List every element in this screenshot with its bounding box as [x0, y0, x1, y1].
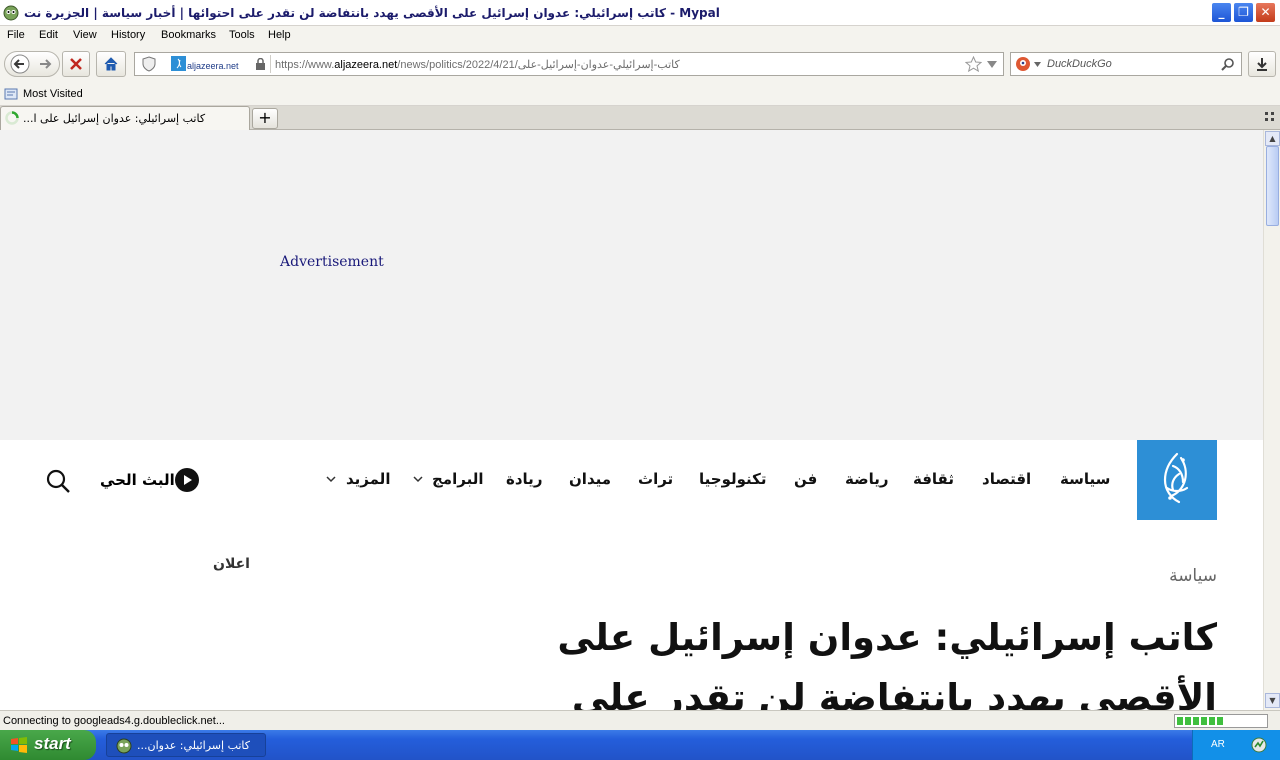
aljazeera-logo[interactable]: [1137, 440, 1217, 520]
status-text: Connecting to googleads4.g.doubleclick.n…: [3, 715, 225, 727]
search-icon[interactable]: [45, 468, 71, 494]
nav-economy[interactable]: اقتصاد: [982, 470, 1031, 488]
new-tab-button[interactable]: +: [252, 108, 278, 129]
downloads-button[interactable]: [1248, 51, 1276, 77]
system-tray: AR: [1192, 730, 1280, 760]
menu-edit[interactable]: Edit: [39, 29, 58, 41]
start-button[interactable]: start: [0, 730, 96, 760]
nav-programs[interactable]: البرامج: [432, 470, 483, 488]
menu-bookmarks[interactable]: Bookmarks: [161, 29, 216, 41]
site-favicon-icon: [171, 56, 186, 71]
home-button[interactable]: [96, 51, 126, 77]
search-bar[interactable]: DuckDuckGo: [1010, 52, 1242, 76]
article-headline: كاتب إسرائيلي: عدوان إسرائيل على الأقصى …: [557, 616, 1217, 710]
shield-icon[interactable]: [141, 56, 157, 72]
status-bar: Connecting to googleads4.g.doubleclick.n…: [0, 710, 1280, 730]
mypal-app-icon: [116, 738, 132, 754]
nav-politics[interactable]: سياسة: [1060, 470, 1110, 488]
search-placeholder: DuckDuckGo: [1047, 58, 1112, 70]
site-identity[interactable]: aljazeera.net: [167, 55, 271, 73]
url-text: https://www.aljazeera.net/news/politics/…: [275, 59, 680, 71]
nav-art[interactable]: فن: [794, 470, 817, 488]
stop-x-icon: [70, 58, 82, 70]
tab-active[interactable]: ...كاتب إسرائيلي: عدوان إسرائيل على ا: [0, 106, 250, 130]
forward-arrow-icon[interactable]: [38, 57, 52, 71]
url-dropdown-icon[interactable]: [987, 61, 997, 69]
minimize-button[interactable]: _: [1211, 2, 1232, 23]
advertisement-text: Advertisement: [280, 254, 384, 270]
vertical-scrollbar[interactable]: ▲ ▼: [1263, 130, 1280, 710]
nav-more[interactable]: المزيد: [346, 470, 390, 488]
window-title: كاتب إسرائيلي: عدوان إسرائيل على الأقصى …: [24, 6, 720, 20]
site-name: aljazeera.net: [187, 61, 239, 71]
menu-view[interactable]: View: [73, 29, 97, 41]
bookmark-folder-icon: [4, 88, 18, 100]
network-tray-icon[interactable]: [1251, 737, 1267, 753]
most-visited-bookmark[interactable]: Most Visited: [23, 88, 83, 100]
nav-heritage[interactable]: تراث: [638, 470, 673, 488]
stop-button[interactable]: [62, 51, 90, 77]
search-icon[interactable]: [1221, 57, 1235, 71]
aljazeera-logo-icon: [1163, 452, 1189, 504]
live-label: البث الحي: [100, 471, 175, 489]
tab-list-icon[interactable]: [1265, 112, 1275, 122]
home-icon: [104, 57, 118, 71]
ad-label: اعلان: [213, 556, 250, 572]
bookmark-star-icon[interactable]: [965, 56, 982, 73]
menu-history[interactable]: History: [111, 29, 145, 41]
back-forward-group: [4, 51, 60, 77]
chevron-down-icon[interactable]: [326, 476, 336, 483]
download-arrow-icon: [1257, 58, 1267, 71]
article-category[interactable]: سياسة: [1169, 566, 1217, 586]
windows-logo-icon: [11, 737, 27, 753]
duckduckgo-icon[interactable]: [1015, 56, 1031, 72]
page-content: Advertisement سياسة اقتصاد ثقافة رياضة ف…: [0, 130, 1263, 710]
nav-technology[interactable]: تكنولوجيا: [699, 470, 767, 488]
taskbar-window-label: ...كاتب إسرائيلي: عدوان: [137, 739, 251, 752]
advertisement-banner: Advertisement: [0, 130, 1263, 440]
tab-label: ...كاتب إسرائيلي: عدوان إسرائيل على ا: [23, 112, 206, 125]
nav-midan[interactable]: ميدان: [569, 470, 611, 488]
chevron-down-icon[interactable]: [413, 476, 423, 483]
site-navigation: سياسة اقتصاد ثقافة رياضة فن تكنولوجيا تر…: [0, 440, 1263, 520]
engine-dropdown-icon[interactable]: [1034, 62, 1041, 67]
start-label: start: [34, 734, 71, 753]
mypal-app-icon: [3, 5, 19, 21]
lock-icon: [256, 58, 265, 70]
menu-help[interactable]: Help: [268, 29, 291, 41]
loading-progress-bar: [1174, 714, 1268, 728]
nav-culture[interactable]: ثقافة: [913, 470, 954, 488]
loading-spinner-icon: [5, 111, 19, 125]
taskbar-window-item[interactable]: ...كاتب إسرائيلي: عدوان: [106, 733, 266, 757]
scroll-up-arrow[interactable]: ▲: [1265, 131, 1280, 146]
title-bar: كاتب إسرائيلي: عدوان إسرائيل على الأقصى …: [0, 0, 1280, 26]
scroll-thumb[interactable]: [1266, 146, 1279, 226]
nav-entrepreneurship[interactable]: ريادة: [506, 470, 542, 488]
scroll-down-arrow[interactable]: ▼: [1265, 693, 1280, 708]
menu-tools[interactable]: Tools: [229, 29, 255, 41]
back-arrow-icon[interactable]: [10, 54, 30, 74]
nav-sports[interactable]: رياضة: [845, 470, 889, 488]
tab-bar: ...كاتب إسرائيلي: عدوان إسرائيل على ا +: [0, 106, 1280, 130]
windows-taskbar: start ...كاتب إسرائيلي: عدوان AR: [0, 730, 1280, 760]
progress-fill: [1177, 717, 1225, 725]
play-icon: [175, 468, 199, 492]
bookmarks-toolbar: Most Visited: [0, 84, 1280, 106]
language-indicator[interactable]: AR: [1211, 739, 1225, 750]
url-bar[interactable]: aljazeera.net https://www.aljazeera.net/…: [134, 52, 1004, 76]
restore-button[interactable]: ❐: [1233, 2, 1254, 23]
menu-file[interactable]: File: [7, 29, 25, 41]
close-window-button[interactable]: ✕: [1255, 2, 1276, 23]
menu-bar: File Edit View History Bookmarks Tools H…: [0, 26, 1280, 46]
